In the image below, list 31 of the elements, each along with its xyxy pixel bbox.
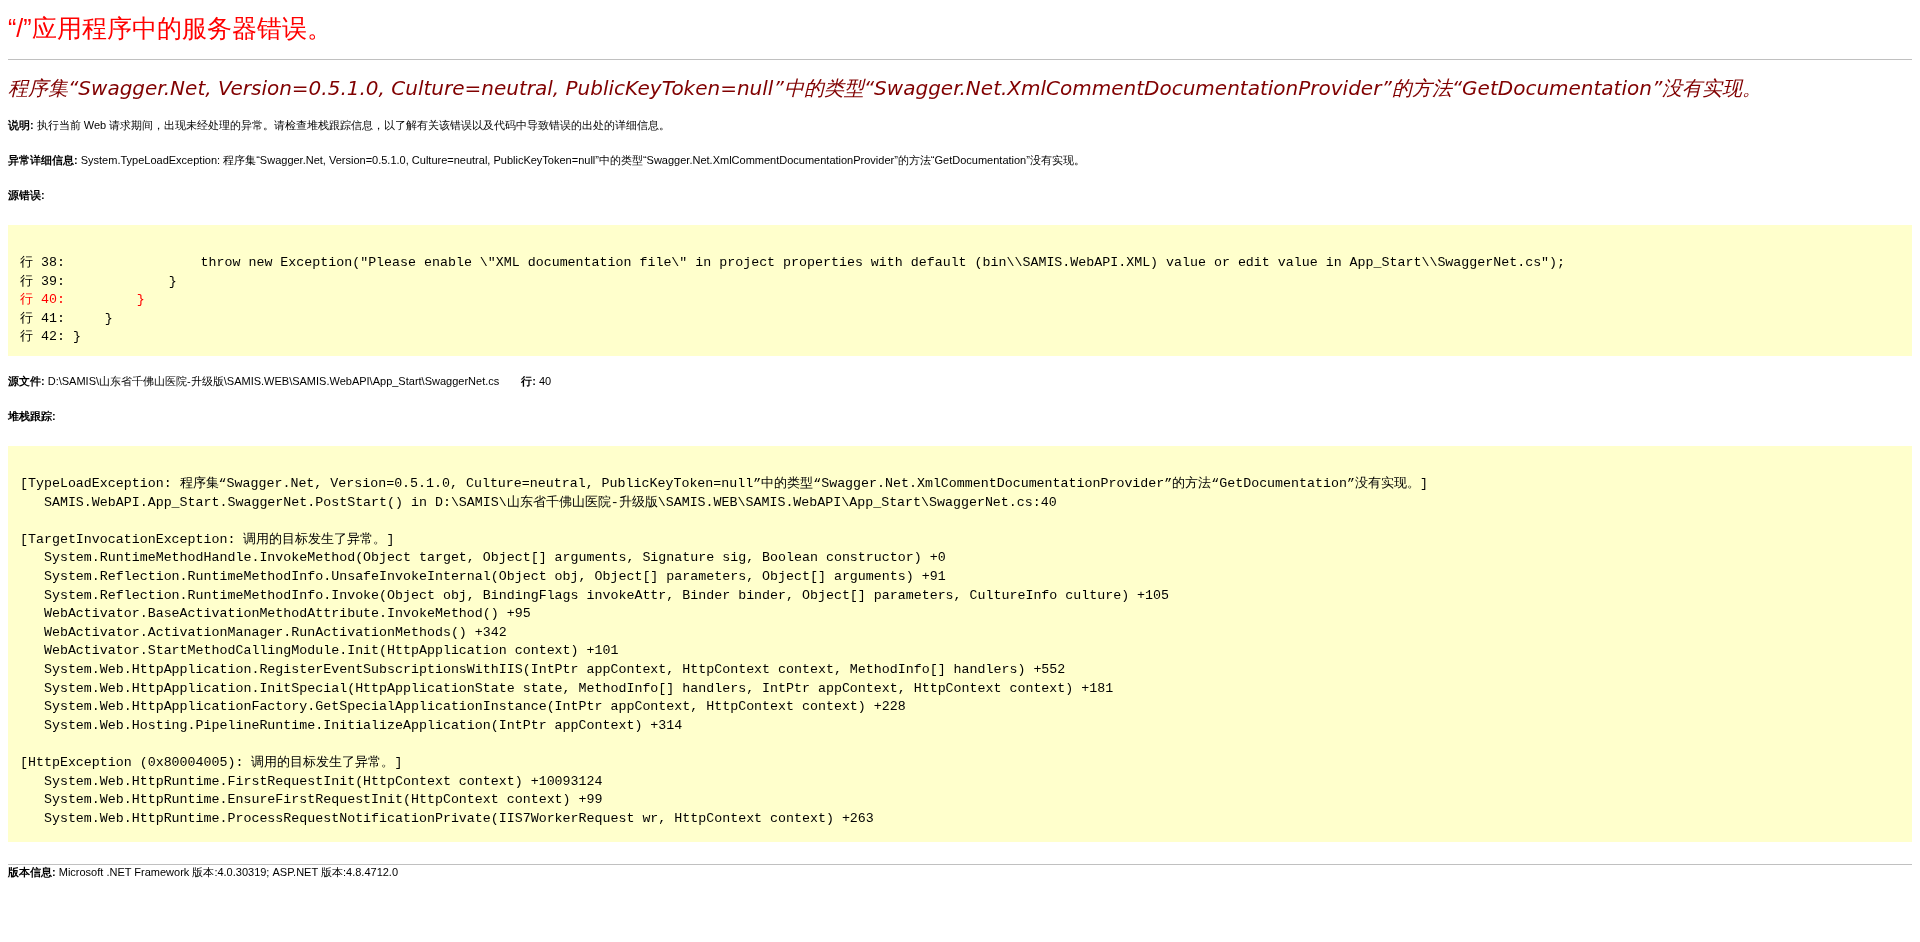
section-heading: 源错误:: [8, 188, 46, 203]
stack-frame: System.Web.HttpApplicationFactory.GetSpecialApplicationInstance(IntPtr appContext, HttpContext context) +228: [20, 698, 1900, 717]
error-message: 程序集“Swagger.Net, Version=0.5.1.0, Culture=neutral, PublicKeyToken=null”中的类型“Swagger.Net.XmlCommentDocumentationProvider”的方法“GetDocumentation”没有实现。: [8, 75, 1764, 102]
page-title: “/”应用程序中的服务器错误。: [8, 13, 333, 44]
code-line: 行 41: }: [20, 309, 114, 328]
code-line: 行 38: throw new Exception("Please enable \"XML documentation file\" in project properties with default (bin\\SAMIS.WebAPI.XML) value or edit value in App_Start\\SwaggerNet.cs");: [20, 254, 1567, 272]
stack-frame: System.Web.HttpApplication.InitSpecial(HttpApplicationState state, MethodInfo[] handlers, IntPtr appContext, HttpContext context) +181: [20, 679, 1900, 699]
stack-frame: System.RuntimeMethodHandle.InvokeMethod(Object target, Object[] arguments, Signature sig, Boolean constructor) +0: [20, 549, 1900, 568]
stack-frame: System.Reflection.RuntimeMethodInfo.Invoke(Object obj, BindingFlags invokeAttr, Binder binder, Object[] parameters, CultureInfo culture) +105: [20, 586, 1900, 606]
exception-details-text: 异常详细信息: System.TypeLoadException: 程序集“Swagger.Net, Version=0.5.1.0, Culture=neutral, PublicKeyToken=null”中的类型“Swagger.Net.XmlCommentDocumentationProvider”的方法“GetDocumentation”没有实现。: [8, 153, 1086, 168]
stack-frame: System.Web.Hosting.PipelineRuntime.InitializeApplication(IntPtr appContext) +314: [20, 716, 1900, 736]
description-text: 说明: 执行当前 Web 请求期间，出现未经处理的异常。请检查堆栈跟踪信息，以了解有关该错误以及代码中导致错误的出处的详细信息。: [8, 118, 672, 133]
source-file-text: 源文件: D:\SAMIS\山东省千佛山医院-升级版\SAMIS.WEB\SAMIS.WebAPI\App_Start\SwaggerNet.cs: [8, 375, 500, 387]
stack-frame: WebActivator.BaseActivationMethodAttribute.InvokeMethod() +95: [20, 605, 1900, 624]
code-line: 行 42: }: [20, 328, 82, 347]
stack-frame: SAMIS.WebAPI.App_Start.SwaggerNet.PostStart() in D:\SAMIS\山东省千佛山医院-升级版\SAMIS.WEB\SAMIS.WebAPI\App_Start\SwaggerNet.cs:40: [20, 493, 1900, 513]
exception-header: [HttpException (0x80004005): 调用的目标发生了异常。]: [20, 753, 404, 772]
stack-frame: System.Reflection.RuntimeMethodInfo.UnsafeInvokeInternal(Object obj, Object[] parameters, Object[] arguments) +91: [20, 567, 1900, 587]
stack-frame: System.Web.HttpRuntime.ProcessRequestNotificationPrivate(IIS7WorkerRequest wr, HttpContext context) +263: [20, 809, 1900, 829]
stack-frame: System.Web.HttpRuntime.FirstRequestInit(HttpContext context) +10093124: [20, 772, 1900, 792]
stack-frame: WebActivator.ActivationManager.RunActivationMethods() +342: [20, 623, 1900, 643]
code-line: 行 39: }: [20, 272, 178, 291]
exception-header: [TypeLoadException: 程序集“Swagger.Net, Version=0.5.1.0, Culture=neutral, PublicKeyToken=null”中的类型“Swagger.Net.XmlCommentDocumentationProvider”的方法“GetDocumentation”没有实现。]: [20, 475, 1429, 493]
stack-frame: WebActivator.StartMethodCallingModule.Init(HttpApplication context) +101: [20, 642, 1900, 661]
stack-frame: System.Web.HttpApplication.RegisterEventSubscriptionsWithIIS(IntPtr appContext, HttpContext context, MethodInfo[] handlers) +552: [20, 660, 1900, 680]
section-heading: 堆栈跟踪:: [8, 409, 57, 424]
line-number-text: 行: 40: [521, 375, 552, 387]
exception-header: [TargetInvocationException: 调用的目标发生了异常。]: [20, 530, 396, 549]
version-info-text: 版本信息: Microsoft .NET Framework 版本:4.0.30319; ASP.NET 版本:4.8.4712.0: [8, 865, 400, 881]
stack-frame: System.Web.HttpRuntime.EnsureFirstRequestInit(HttpContext context) +99: [20, 791, 1900, 810]
code-line: 行 40: }: [20, 291, 146, 310]
